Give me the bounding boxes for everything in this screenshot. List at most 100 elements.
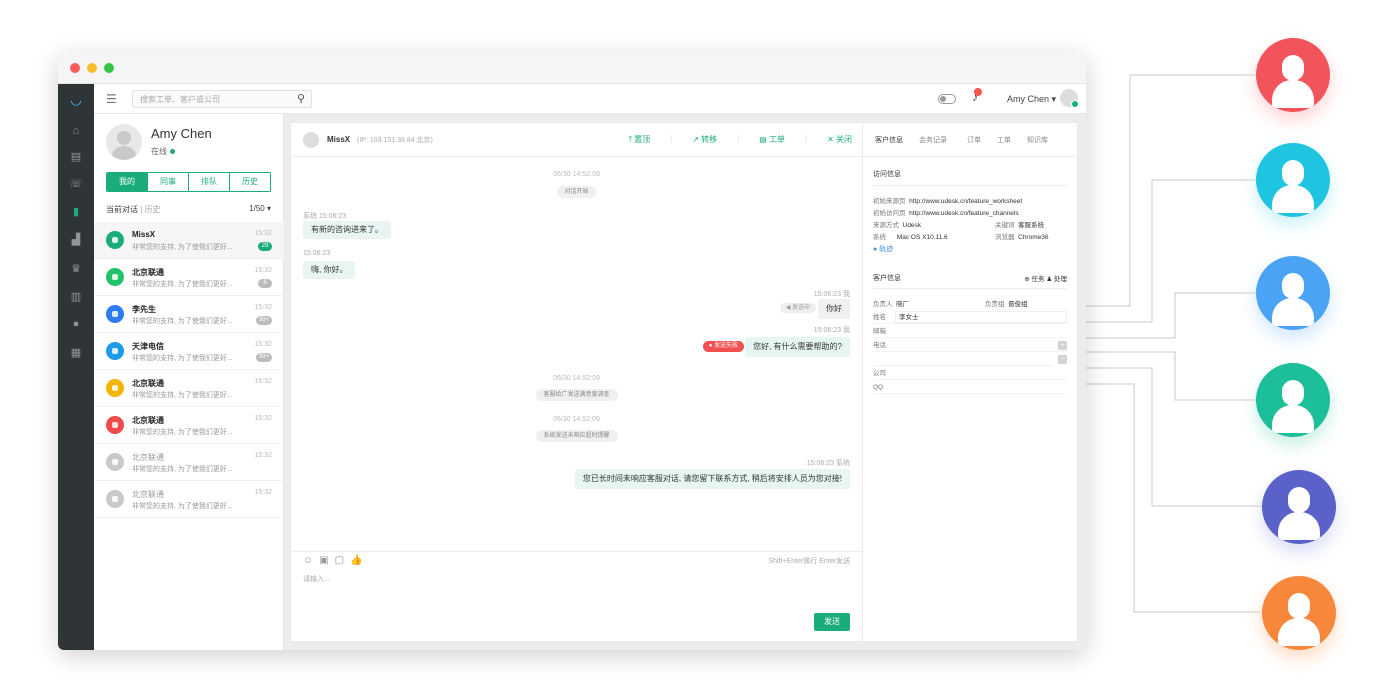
conversation-time: 15:32 (254, 304, 272, 311)
trail-link[interactable]: ● 轨迹 (873, 244, 893, 254)
field-qq[interactable]: QQ (873, 381, 1067, 394)
tab-colleagues[interactable]: 同事 (148, 173, 189, 191)
conversation-preview: 非常您的支持, 为了使我们更好... (132, 244, 233, 251)
add-phone-button[interactable]: + (1058, 341, 1067, 350)
tab-queue[interactable]: 排队 (189, 173, 230, 191)
image-icon[interactable]: ▣ (319, 555, 334, 566)
phone-icon[interactable]: ☏ (58, 173, 94, 193)
list-item[interactable]: MissX 非常您的支持, 为了使我们更好... 15:32 29 (94, 222, 284, 259)
conversation-name: 北京联通 (132, 490, 164, 499)
customer-icon[interactable]: ♛ (58, 258, 94, 278)
pin-button[interactable]: ⤒ 置顶 (628, 134, 650, 145)
timestamp: 06/30 14:52:09 (553, 171, 600, 178)
conversation-name: 天津电信 (132, 342, 164, 351)
owner-row: 负责人 晓厂 (873, 301, 910, 308)
close-chat-button[interactable]: ✕ 关闭 (827, 134, 852, 145)
list-item[interactable]: 北京联通 非常您的支持, 为了使我们更好... 15:32 6 (94, 259, 284, 296)
conversation-preview: 非常您的支持, 为了使我们更好... (132, 392, 233, 399)
tab-knowledge[interactable]: 知识库 (1027, 135, 1048, 145)
field-email[interactable]: 邮箱 (873, 325, 1067, 338)
customer-tabs: 客户信息 会务记录 订单 工单 知识库 (863, 123, 1077, 157)
failed-status[interactable]: ● 发送失败 (702, 341, 744, 352)
list-item[interactable]: 李先生 非常您的支持, 为了使我们更好... 15:32 99+ (94, 296, 284, 333)
conversation-time: 15:32 (254, 267, 272, 274)
field-phone[interactable]: 电话 (873, 339, 1067, 352)
tab-tickets[interactable]: 工单 (997, 135, 1011, 145)
notification-badge (974, 88, 982, 96)
field-company[interactable]: 公司 (873, 367, 1067, 380)
timestamp: 06/30 14:52:09 (553, 375, 600, 382)
close-window-button[interactable] (70, 63, 80, 73)
help-icon[interactable]: ● (58, 314, 94, 334)
sending-status: ◀ 发送中 (779, 303, 816, 313)
list-item[interactable]: 北京联通 非常您的支持, 为了使我们更好... 15:32 (94, 407, 284, 444)
customer-message: 嗨, 你好。 (303, 261, 356, 279)
visit-row: 系统 Mac OS X10.11.6 (873, 234, 948, 241)
search-icon[interactable]: ⚲ (297, 92, 305, 105)
filter-current[interactable]: 当前对话 (106, 205, 138, 214)
emoji-icon[interactable]: ☺ (303, 555, 319, 566)
filter-history[interactable]: 历史 (145, 205, 161, 214)
logo-icon: ◡ (70, 92, 82, 107)
message-meta: 15:06:23 我 (813, 291, 850, 298)
tab-mine[interactable]: 我的 (107, 173, 148, 191)
agent-avatar (1262, 470, 1336, 544)
send-button[interactable]: 发送 (814, 613, 850, 631)
conversation-time: 15:32 (254, 230, 272, 237)
conversation-panel: Amy Chen 在线 我的 同事 排队 历史 当前对话 | 历史 1/50 ▾… (94, 114, 284, 650)
file-icon[interactable]: ▢ (335, 555, 350, 566)
list-item[interactable]: 北京联通 非常您的支持, 为了使我们更好... 15:32 (94, 370, 284, 407)
unread-badge: 99+ (255, 353, 272, 362)
conversation-count[interactable]: 1/50 ▾ (249, 204, 271, 213)
agent-message: 你好 (818, 299, 850, 319)
list-item[interactable]: 北京联通 非常您的支持, 为了使我们更好... 15:32 (94, 444, 284, 481)
chat-icon[interactable]: ▮ (58, 201, 94, 221)
customer-info-actions[interactable]: ⊕ 任务 ♟ 处理 (1024, 273, 1067, 283)
customer-avatar (303, 132, 319, 148)
message-input[interactable]: 请输入... (303, 574, 330, 584)
avatar[interactable] (1060, 89, 1079, 108)
search-input[interactable]: 搜索工单、客户或公司 ⚲ (132, 90, 312, 108)
conversation-time: 15:32 (254, 415, 272, 422)
system-event: 系统发送未响应超时提醒 (535, 430, 618, 442)
remove-phone-button[interactable]: − (1058, 355, 1067, 364)
agent-menu[interactable]: Amy Chen ▾ (1007, 94, 1056, 105)
list-item[interactable]: 北京联通 非常您的支持, 为了使我们更好... 15:32 (94, 481, 284, 518)
maximize-window-button[interactable] (104, 63, 114, 73)
agent-avatar (1256, 143, 1330, 217)
tab-history[interactable]: 历史 (230, 173, 270, 191)
ticket-icon[interactable]: ▤ (58, 146, 94, 166)
conversation-avatar (106, 342, 124, 360)
transfer-button[interactable]: ↗ 转移 (692, 134, 717, 145)
conversation-name: 李先生 (132, 305, 156, 314)
conversation-avatar (106, 416, 124, 434)
list-item[interactable]: 天津电信 非常您的支持, 为了使我们更好... 15:32 99+ (94, 333, 284, 370)
home-icon[interactable]: ⌂ (58, 121, 94, 141)
knowledge-icon[interactable]: ▥ (58, 286, 94, 306)
field-blank[interactable] (873, 353, 1053, 366)
connector-line (1086, 74, 1256, 307)
connector-line (1086, 179, 1256, 323)
menu-icon[interactable]: ☰ (106, 92, 117, 106)
rating-icon[interactable]: 👍 (350, 555, 368, 566)
apps-icon[interactable]: ▦ (58, 342, 94, 362)
timestamp: 06/30 14:52:09 (553, 416, 600, 423)
tab-session-records[interactable]: 会务记录 (919, 135, 947, 145)
profile-status[interactable]: 在线 (151, 146, 175, 157)
ticket-button[interactable]: ▤ 工单 (759, 134, 785, 145)
message-meta: 15:06:23 (303, 250, 331, 257)
visit-row: 初始访问页 http://www.udesk.cn/feature_channe… (873, 210, 1019, 217)
conversation-name: 北京联通 (132, 416, 164, 425)
tab-orders[interactable]: 订单 (967, 135, 981, 145)
report-icon[interactable]: ▟ (58, 229, 94, 249)
conversation-preview: 非常您的支持, 为了使我们更好... (132, 281, 233, 288)
message-meta: 15:06:23 我 (813, 327, 850, 334)
conversation-preview: 非常您的支持, 为了使我们更好... (132, 355, 233, 362)
minimize-window-button[interactable] (87, 63, 97, 73)
status-toggle[interactable] (938, 94, 956, 104)
app-window: ◡ ⌂ ▤ ☏ ▮ ▟ ♛ ▥ ● ▦ ☰ 搜索工单、客户或公司 ⚲ ♪ Amy… (58, 52, 1086, 650)
name-field[interactable] (895, 311, 1067, 323)
tab-customer-info[interactable]: 客户信息 (875, 135, 903, 145)
system-event: 客服给广发送满意度调查 (535, 389, 618, 401)
field-name: 姓名 李女士 (873, 311, 1067, 324)
